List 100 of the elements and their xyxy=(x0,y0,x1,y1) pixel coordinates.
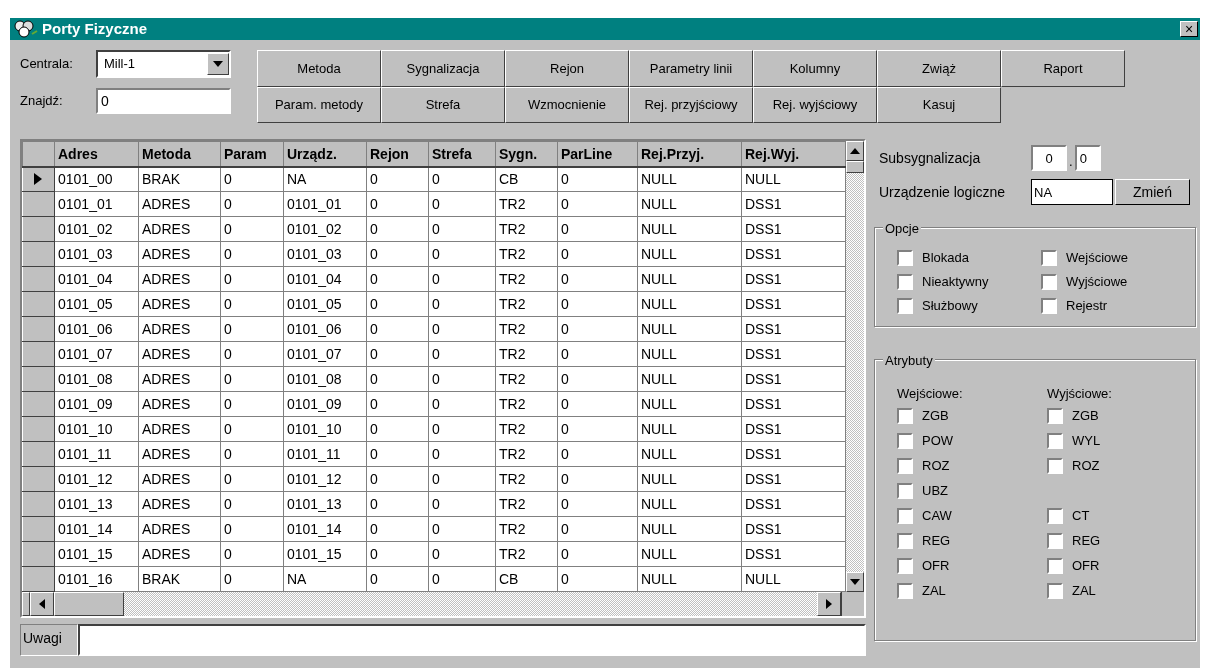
checkbox[interactable] xyxy=(1041,274,1057,290)
toolbar-button[interactable]: Strefa xyxy=(381,87,505,123)
table-cell: NULL xyxy=(741,566,846,592)
table-cell: 0 xyxy=(428,266,496,292)
row-selector[interactable] xyxy=(22,416,55,442)
table-cell: 0 xyxy=(557,366,638,392)
scroll-right-button[interactable] xyxy=(817,592,841,616)
column-header[interactable]: Rej.Przyj. xyxy=(637,141,742,167)
toolbar-button[interactable]: Rejon xyxy=(505,50,629,87)
vertical-scrollbar[interactable] xyxy=(846,141,864,592)
column-header[interactable]: Param xyxy=(220,141,284,167)
table-cell: 0 xyxy=(366,366,429,392)
column-header[interactable]: Metoda xyxy=(138,141,221,167)
toolbar-button[interactable]: Parametry linii xyxy=(629,50,753,87)
subsignal-field[interactable]: 0 xyxy=(1074,145,1101,171)
column-header[interactable]: ParLine xyxy=(557,141,638,167)
row-selector[interactable] xyxy=(22,191,55,217)
column-header[interactable]: Rejon xyxy=(366,141,429,167)
checkbox[interactable] xyxy=(897,433,913,449)
find-field[interactable]: 0 xyxy=(96,88,231,114)
toolbar-button[interactable]: Param. metody xyxy=(257,87,381,123)
table-cell: DSS1 xyxy=(741,491,846,517)
table-cell: 0 xyxy=(557,441,638,467)
row-selector[interactable] xyxy=(22,266,55,292)
row-selector[interactable] xyxy=(22,366,55,392)
table-cell: DSS1 xyxy=(741,441,846,467)
checkbox[interactable] xyxy=(1047,458,1063,474)
scroll-down-button[interactable] xyxy=(846,572,864,592)
logical-device-field[interactable]: NA xyxy=(1031,179,1113,205)
row-selector[interactable] xyxy=(22,491,55,517)
toolbar-button[interactable]: Kasuj xyxy=(877,87,1001,123)
checkbox[interactable] xyxy=(1047,558,1063,574)
column-header[interactable]: Rej.Wyj. xyxy=(741,141,846,167)
checkbox[interactable] xyxy=(1047,583,1063,599)
row-selector[interactable] xyxy=(22,166,55,192)
frozen-column-splitter[interactable] xyxy=(22,592,30,616)
row-selector[interactable] xyxy=(22,291,55,317)
checkbox[interactable] xyxy=(897,508,913,524)
toolbar-button[interactable]: Zwiąż xyxy=(877,50,1001,87)
table-cell: DSS1 xyxy=(741,391,846,417)
toolbar-button[interactable]: Kolumny xyxy=(753,50,877,87)
checkbox[interactable] xyxy=(897,408,913,424)
row-selector[interactable] xyxy=(22,216,55,242)
table-cell: 0 xyxy=(557,466,638,492)
table-cell: 0101_11 xyxy=(283,441,367,467)
centrala-dropdown[interactable]: Mill-1 xyxy=(96,50,231,78)
toolbar-button[interactable]: Sygnalizacja xyxy=(381,50,505,87)
row-selector[interactable] xyxy=(22,391,55,417)
checkbox[interactable] xyxy=(897,458,913,474)
row-selector[interactable] xyxy=(22,341,55,367)
row-selector[interactable] xyxy=(22,441,55,467)
column-header[interactable]: Sygn. xyxy=(495,141,558,167)
table-cell: 0101_09 xyxy=(54,391,139,417)
table-cell: NULL xyxy=(637,441,742,467)
table-cell: 0 xyxy=(366,191,429,217)
table-cell: 0 xyxy=(557,266,638,292)
row-selector[interactable] xyxy=(22,541,55,567)
checkbox[interactable] xyxy=(1041,298,1057,314)
toolbar-button[interactable]: Rej. wyjściowy xyxy=(753,87,877,123)
scroll-thumb[interactable] xyxy=(54,592,124,616)
checkbox[interactable] xyxy=(1047,508,1063,524)
subsignal-field[interactable]: 0 xyxy=(1031,145,1067,171)
scroll-thumb[interactable] xyxy=(846,161,864,173)
column-header[interactable]: Strefa xyxy=(428,141,496,167)
scroll-left-button[interactable] xyxy=(30,592,54,616)
toolbar-button[interactable]: Raport xyxy=(1001,50,1125,87)
table-cell: 0101_13 xyxy=(283,491,367,517)
table-cell: 0101_08 xyxy=(283,366,367,392)
checkbox[interactable] xyxy=(1047,433,1063,449)
checkbox[interactable] xyxy=(897,274,913,290)
row-selector[interactable] xyxy=(22,566,55,592)
notes-field[interactable] xyxy=(78,624,866,656)
horizontal-scrollbar[interactable] xyxy=(22,592,864,616)
toolbar-button[interactable]: Wzmocnienie xyxy=(505,87,629,123)
checkbox[interactable] xyxy=(897,583,913,599)
close-button[interactable]: × xyxy=(1180,21,1198,37)
toolbar-button[interactable]: Rej. przyjściowy xyxy=(629,87,753,123)
scroll-up-button[interactable] xyxy=(846,141,864,161)
checkbox[interactable] xyxy=(1041,250,1057,266)
checkbox[interactable] xyxy=(897,558,913,574)
checkbox[interactable] xyxy=(1047,533,1063,549)
row-selector[interactable] xyxy=(22,316,55,342)
checkbox-label: POW xyxy=(922,432,954,451)
table-cell: TR2 xyxy=(495,541,558,567)
table-cell: BRAK xyxy=(138,566,221,592)
column-header[interactable]: Urządz. xyxy=(283,141,367,167)
checkbox[interactable] xyxy=(897,298,913,314)
checkbox[interactable] xyxy=(897,250,913,266)
checkbox[interactable] xyxy=(897,533,913,549)
table-cell: 0 xyxy=(428,391,496,417)
checkbox[interactable] xyxy=(1047,408,1063,424)
table-cell: 0 xyxy=(428,191,496,217)
column-header[interactable]: Adres xyxy=(54,141,139,167)
row-selector[interactable] xyxy=(22,466,55,492)
change-button[interactable]: Zmień xyxy=(1115,179,1190,205)
row-selector[interactable] xyxy=(22,241,55,267)
table-cell: 0 xyxy=(220,316,284,342)
checkbox[interactable] xyxy=(897,483,913,499)
toolbar-button[interactable]: Metoda xyxy=(257,50,381,87)
row-selector[interactable] xyxy=(22,516,55,542)
